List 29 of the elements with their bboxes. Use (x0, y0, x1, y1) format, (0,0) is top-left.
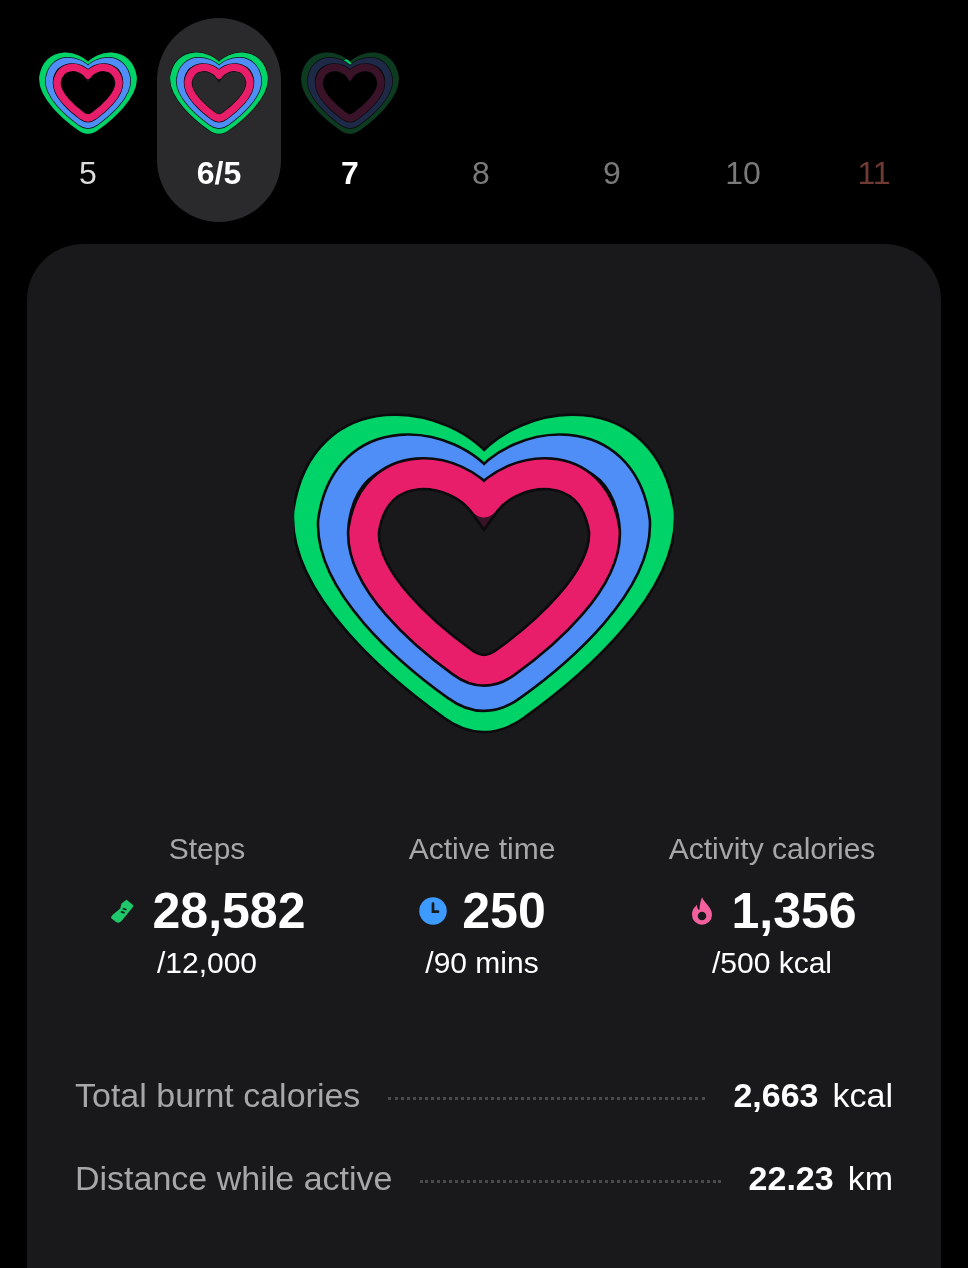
metric-value: 250 (462, 882, 546, 940)
date-label: 10 (725, 155, 761, 192)
date-label: 9 (603, 155, 621, 192)
date-label: 7 (341, 155, 359, 192)
metric-label: Activity calories (668, 832, 876, 866)
date-tab[interactable]: 10 (681, 18, 805, 222)
stat-value: 22.23 (748, 1159, 834, 1198)
metric-goal: /500 kcal (711, 946, 833, 980)
metric-value: 1,356 (731, 882, 857, 940)
date-tab[interactable]: 8 (419, 18, 543, 222)
date-tab[interactable]: 7 (288, 18, 412, 222)
date-tab[interactable]: 6/5 (157, 18, 281, 222)
stat-label: Distance while active (75, 1159, 393, 1198)
date-label: 8 (472, 155, 490, 192)
stat-unit: kcal (832, 1076, 893, 1115)
clock-icon (418, 896, 449, 926)
date-label: 11 (857, 155, 891, 192)
metric-label: Active time (408, 832, 556, 866)
stat-label: Total burnt calories (75, 1076, 361, 1115)
date-tab[interactable]: 5 (26, 18, 150, 222)
date-tab[interactable]: 9 (550, 18, 674, 222)
metric-goal: /90 mins (425, 946, 539, 980)
metric-goal: /12,000 (156, 946, 258, 980)
metric-value: 28,582 (152, 882, 306, 940)
date-label: 5 (79, 155, 97, 192)
stat-unit: km (847, 1159, 893, 1198)
date-label: 6/5 (196, 155, 242, 192)
stat-value: 2,663 (733, 1076, 819, 1115)
metric-label: Steps (168, 832, 246, 866)
